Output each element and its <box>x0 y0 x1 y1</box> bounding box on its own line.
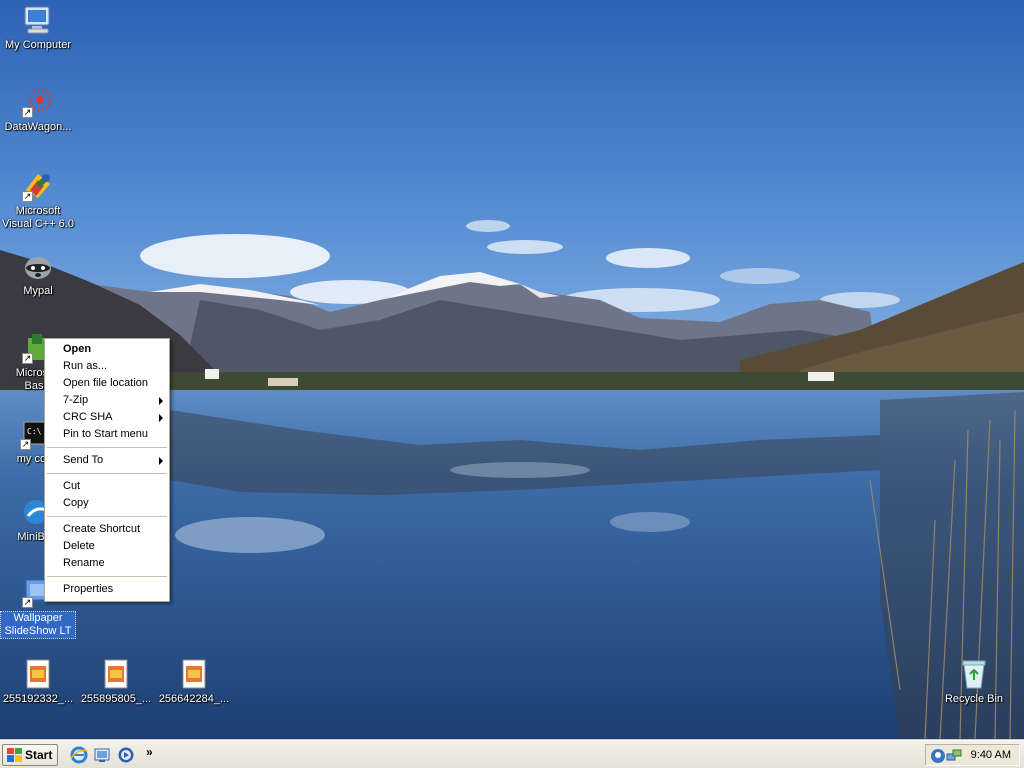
menu-separator <box>47 516 167 517</box>
desktop-icon-image-file-3[interactable]: 256642284_... <box>156 658 232 706</box>
menu-item-7zip[interactable]: 7-Zip <box>45 392 169 409</box>
taskbar: Start » 9:40 AM <box>0 740 1024 768</box>
image-file-icon <box>22 658 54 690</box>
menu-item-cut[interactable]: Cut <box>45 478 169 495</box>
menu-item-delete[interactable]: Delete <box>45 538 169 555</box>
network-icon[interactable] <box>946 748 962 764</box>
svg-text:C:\: C:\ <box>27 427 42 436</box>
visual-cpp-icon: ↗ <box>22 170 54 202</box>
menu-item-copy[interactable]: Copy <box>45 495 169 512</box>
system-tray: 9:40 AM <box>925 744 1020 766</box>
menu-item-run-as[interactable]: Run as... <box>45 358 169 375</box>
menu-item-create-shortcut[interactable]: Create Shortcut <box>45 521 169 538</box>
internet-explorer-icon[interactable] <box>70 746 88 764</box>
menu-item-properties[interactable]: Properties <box>45 581 169 598</box>
menu-separator <box>47 473 167 474</box>
context-menu: Open Run as... Open file location 7-Zip … <box>44 338 170 602</box>
datawagon-icon: ↗ <box>22 86 54 118</box>
my-computer-icon <box>22 4 54 36</box>
clock[interactable]: 9:40 AM <box>971 745 1011 765</box>
menu-item-pin-to-start[interactable]: Pin to Start menu <box>45 426 169 443</box>
desktop-icon-image-file-1[interactable]: 255192332_... <box>0 658 76 706</box>
desktop-icon-datawagon[interactable]: ↗ DataWagon... <box>0 86 76 134</box>
image-file-icon <box>178 658 210 690</box>
image-file-icon <box>100 658 132 690</box>
shortcut-arrow-icon: ↗ <box>22 191 33 202</box>
menu-item-crc-sha[interactable]: CRC SHA <box>45 409 169 426</box>
quick-launch-chevron[interactable]: » <box>146 744 153 760</box>
mypal-raccoon-icon <box>22 250 54 282</box>
windows-flag-icon <box>7 748 22 762</box>
show-desktop-icon[interactable] <box>93 746 111 764</box>
desktop-icon-visual-cpp[interactable]: ↗ Microsoft Visual C++ 6.0 <box>0 170 76 231</box>
messenger-icon[interactable] <box>930 748 946 764</box>
menu-item-rename[interactable]: Rename <box>45 555 169 572</box>
desktop-icon-mypal[interactable]: Mypal <box>0 250 76 298</box>
menu-item-open-file-location[interactable]: Open file location <box>45 375 169 392</box>
start-button[interactable]: Start <box>2 744 58 766</box>
desktop-icon-recycle-bin[interactable]: Recycle Bin <box>936 658 1012 706</box>
submenu-arrow-icon <box>159 397 163 405</box>
shortcut-arrow-icon: ↗ <box>22 353 33 364</box>
menu-item-send-to[interactable]: Send To <box>45 452 169 469</box>
shortcut-arrow-icon: ↗ <box>22 597 33 608</box>
submenu-arrow-icon <box>159 414 163 422</box>
desktop-icon-my-computer[interactable]: My Computer <box>0 4 76 52</box>
shortcut-arrow-icon: ↗ <box>22 107 33 118</box>
media-player-icon[interactable] <box>117 746 135 764</box>
menu-item-open[interactable]: Open <box>45 341 169 358</box>
recycle-bin-icon <box>958 658 990 690</box>
shortcut-arrow-icon: ↗ <box>20 439 31 450</box>
submenu-arrow-icon <box>159 457 163 465</box>
menu-separator <box>47 576 167 577</box>
menu-separator <box>47 447 167 448</box>
desktop-icon-image-file-2[interactable]: 255895805_... <box>78 658 154 706</box>
